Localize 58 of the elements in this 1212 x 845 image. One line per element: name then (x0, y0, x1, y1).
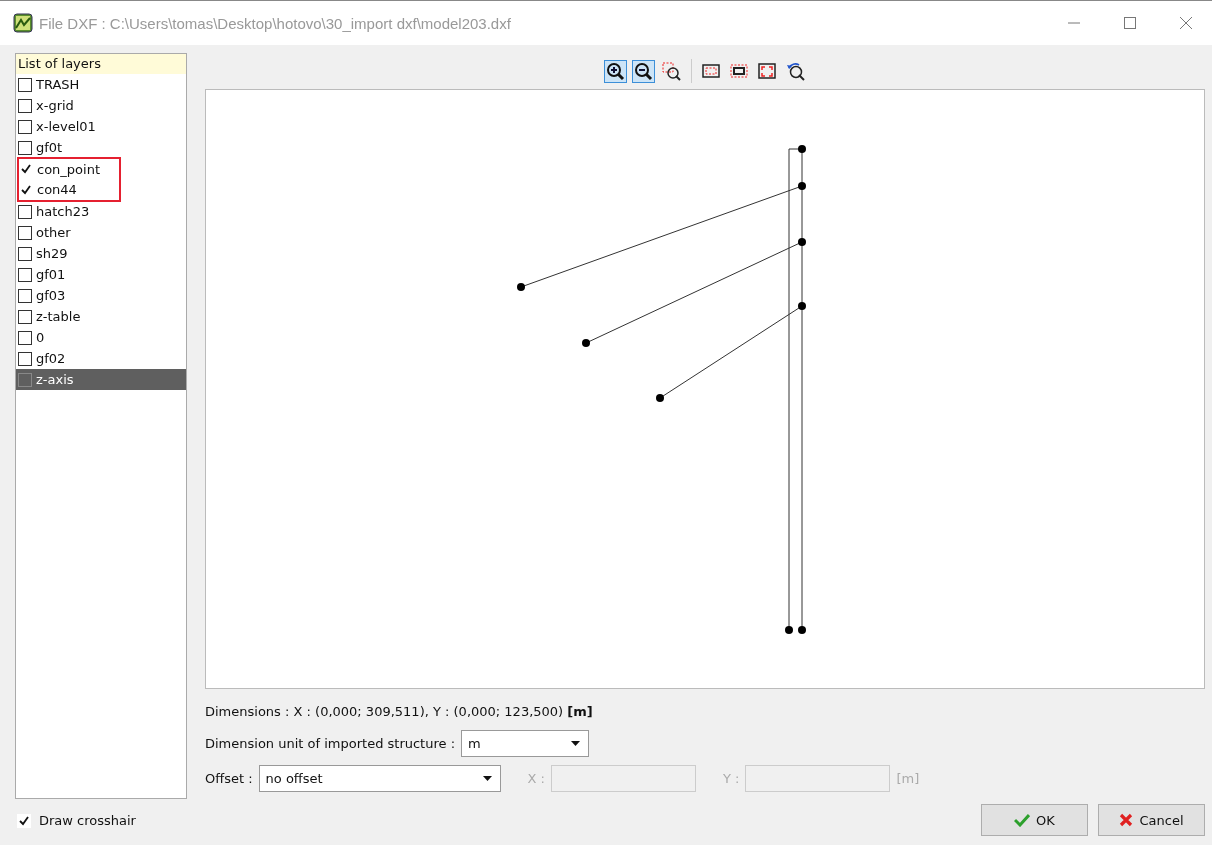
layer-row[interactable]: TRASH (16, 74, 186, 95)
checkbox-label[interactable]: Draw crosshair (39, 813, 136, 828)
checkbox[interactable] (18, 98, 32, 113)
field-label: X : (527, 771, 545, 786)
checkbox[interactable] (18, 309, 32, 324)
checkbox[interactable] (18, 204, 32, 219)
checkbox[interactable] (18, 330, 32, 345)
zoom-out-icon (633, 61, 653, 81)
layer-row[interactable]: gf0t (16, 137, 186, 158)
layer-row[interactable]: gf01 (16, 264, 186, 285)
dropdown-arrow-icon (571, 741, 581, 746)
checkbox[interactable] (18, 351, 32, 366)
checkbox[interactable] (18, 267, 32, 282)
ok-button[interactable]: OK (981, 804, 1088, 836)
zoom-window-icon (661, 61, 681, 81)
zoom-in-icon (605, 61, 625, 81)
checkbox[interactable] (18, 288, 32, 303)
checkbox[interactable] (17, 813, 31, 828)
maximize-icon[interactable] (1124, 17, 1136, 29)
field-label: Offset : (205, 771, 253, 786)
checkbox[interactable] (18, 225, 32, 240)
layer-row[interactable]: z-axis (16, 369, 186, 390)
layer-row[interactable]: gf02 (16, 348, 186, 369)
fit-icon (757, 61, 777, 81)
check-icon (1014, 813, 1031, 827)
frame-icon (729, 61, 749, 81)
unit-dropdown[interactable]: m (461, 730, 590, 757)
cross-icon (1119, 813, 1134, 827)
layer-row[interactable]: con44 (19, 179, 119, 200)
field-label: Y : (723, 771, 740, 786)
checkbox[interactable] (18, 372, 32, 387)
checkbox[interactable] (18, 119, 32, 134)
layer-row[interactable]: z-table (16, 306, 186, 327)
cancel-button[interactable]: Cancel (1098, 804, 1205, 836)
layer-row[interactable]: 0 (16, 327, 186, 348)
frame-icon (701, 61, 721, 81)
zoom-in-button[interactable] (603, 59, 627, 83)
layer-row[interactable]: con_point (19, 159, 119, 180)
dropdown-arrow-icon (482, 776, 492, 781)
layer-row[interactable]: gf03 (16, 285, 186, 306)
checkbox[interactable] (18, 77, 32, 92)
layer-row[interactable]: hatch23 (16, 201, 186, 222)
zoom-window-button[interactable] (659, 59, 683, 83)
close-icon[interactable] (1180, 17, 1192, 29)
checkbox[interactable] (18, 246, 32, 261)
zoom-out-button[interactable] (631, 59, 655, 83)
checkbox[interactable] (18, 140, 32, 155)
zoom-back-icon (785, 61, 805, 81)
layer-row[interactable]: x-level01 (16, 116, 186, 137)
layer-row[interactable]: sh29 (16, 243, 186, 264)
window-title: File DXF : C:\Users\tomas\Desktop\hotovo\30_import dxf\model203.dxf (39, 14, 511, 32)
app-icon (13, 13, 33, 33)
layer-row[interactable]: other (16, 222, 186, 243)
dimensions-text: Dimensions : X : (0,000; 309,511), Y : (0,000; 123,500) [m] (205, 704, 594, 721)
unit-label: [m] (896, 771, 920, 786)
list-header: List of layers (16, 54, 186, 74)
layer-row[interactable]: x-grid (16, 95, 186, 116)
field-label: Dimension unit of imported structure : (205, 736, 456, 751)
